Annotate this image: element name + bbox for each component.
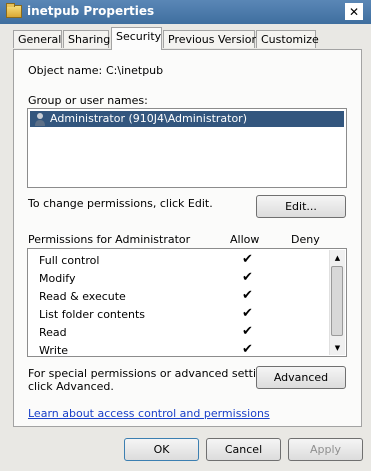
tab-label: Sharing: [68, 33, 111, 46]
user-icon: [35, 113, 45, 126]
ok-button-label: OK: [153, 443, 170, 456]
advanced-button-label: Advanced: [273, 371, 329, 384]
tab-previous-versions[interactable]: Previous Versions: [163, 30, 264, 48]
permission-row: Write ✔: [39, 342, 339, 357]
tab-sharing[interactable]: Sharing: [63, 30, 111, 48]
permissions-for-label: Permissions for Administrator: [28, 233, 191, 246]
permission-name: Full control: [39, 254, 100, 267]
scroll-thumb[interactable]: [331, 266, 343, 336]
allow-header: Allow: [230, 233, 260, 246]
special-permissions-text-2: click Advanced.: [28, 380, 114, 393]
folder-icon: [6, 3, 22, 18]
cancel-button[interactable]: Cancel: [206, 438, 281, 461]
allow-check-icon: ✔: [242, 288, 253, 303]
deny-header: Deny: [291, 233, 320, 246]
tab-label: Customize: [261, 33, 319, 46]
permission-row: Read ✔: [39, 324, 339, 344]
scroll-up-icon[interactable]: ▲: [330, 250, 345, 265]
permissions-scrollbar[interactable]: ▲ ▼: [329, 250, 345, 355]
window-title: inetpub Properties: [27, 4, 155, 18]
object-name-label: Object name:: [28, 64, 103, 77]
close-button[interactable]: ✕: [345, 3, 363, 20]
permission-name: Read & execute: [39, 290, 126, 303]
close-icon: ✕: [348, 4, 360, 19]
special-permissions-text: For special permissions or advanced sett…: [28, 367, 280, 380]
permission-name: List folder contents: [39, 308, 145, 321]
allow-check-icon: ✔: [242, 270, 253, 285]
user-list[interactable]: Administrator (910J4\Administrator): [27, 108, 347, 188]
list-item-administrator[interactable]: Administrator (910J4\Administrator): [30, 111, 344, 127]
scroll-down-icon[interactable]: ▼: [330, 340, 345, 355]
permission-row: Modify ✔: [39, 270, 339, 290]
allow-check-icon: ✔: [242, 324, 253, 339]
groups-label: Group or user names:: [28, 94, 148, 107]
advanced-button[interactable]: Advanced: [256, 366, 346, 389]
tab-label: Security: [116, 30, 162, 43]
permission-name: Read: [39, 326, 67, 339]
title-bar[interactable]: inetpub Properties ✕: [0, 0, 371, 24]
ok-button[interactable]: OK: [124, 438, 199, 461]
object-name-value: C:\inetpub: [106, 64, 164, 77]
change-permissions-text: To change permissions, click Edit.: [28, 197, 213, 210]
allow-check-icon: ✔: [242, 306, 253, 321]
properties-dialog: inetpub Properties ✕ General Sharing Sec…: [0, 0, 371, 471]
edit-button[interactable]: Edit...: [256, 195, 346, 218]
tab-general[interactable]: General: [13, 30, 62, 48]
cancel-button-label: Cancel: [224, 443, 263, 456]
permission-name: Modify: [39, 272, 76, 285]
apply-button-label: Apply: [309, 443, 342, 456]
permission-row: Read & execute ✔: [39, 288, 339, 308]
permission-row: Full control ✔: [39, 252, 339, 272]
tab-label: Previous Versions: [168, 33, 265, 46]
learn-more-link[interactable]: Learn about access control and permissio…: [28, 407, 270, 420]
edit-button-label: Edit...: [285, 200, 317, 213]
user-name: Administrator (910J4\Administrator): [50, 112, 247, 125]
allow-check-icon: ✔: [242, 252, 253, 267]
tab-security[interactable]: Security: [111, 27, 162, 50]
permission-name: Write: [39, 344, 69, 357]
tab-label: General: [18, 33, 62, 46]
allow-check-icon: ✔: [242, 342, 253, 357]
permission-row: List folder contents ✔: [39, 306, 339, 326]
permissions-list[interactable]: Full control ✔ Modify ✔ Read & execute ✔…: [27, 248, 347, 357]
apply-button[interactable]: Apply: [288, 438, 363, 461]
security-panel: Object name: C:\inetpub Group or user na…: [13, 49, 362, 427]
tab-customize[interactable]: Customize: [256, 30, 319, 48]
